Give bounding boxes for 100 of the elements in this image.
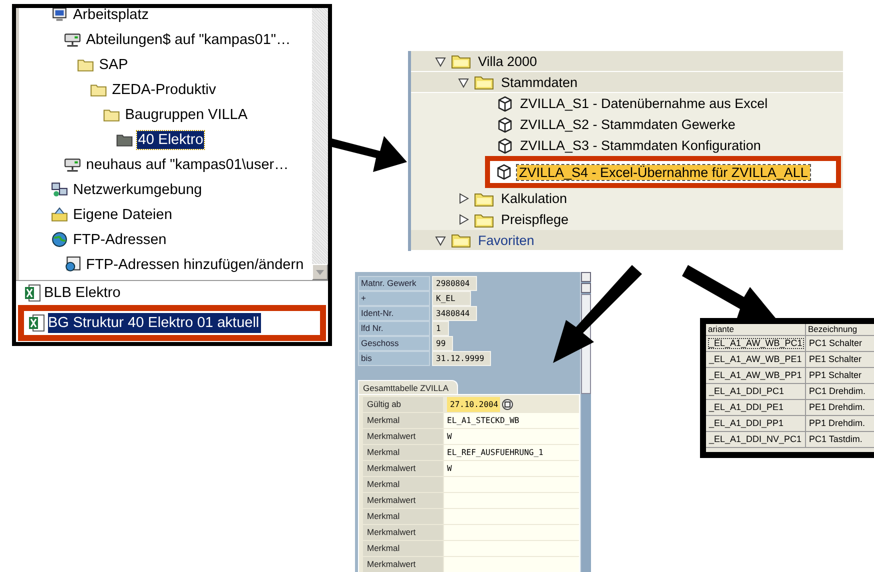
table-cell: _EL_A1_DDI_PP1 [706,416,806,431]
collapse-triangle-icon[interactable] [435,56,446,66]
input-field[interactable]: 3480844 [432,306,477,321]
documents-icon [51,206,68,223]
value-field[interactable]: W [444,461,579,476]
row-label: Merkmalwert [363,493,443,508]
folder-icon [474,190,494,206]
field-label: Geschoss [358,336,430,351]
drive-icon [64,31,81,48]
value-field[interactable] [444,557,579,572]
row-label: Merkmalwert [363,461,443,476]
value-field[interactable] [444,525,579,540]
field-label: + [358,291,430,306]
row-label: Merkmalwert [363,429,443,444]
value-field[interactable]: EL_A1_STECKD_WB [444,413,579,428]
folder-icon [474,74,494,90]
folder-item[interactable]: Favoriten [476,232,536,248]
folder-icon [474,212,494,228]
tree-item[interactable]: Baugruppen VILLA [124,106,249,124]
column-header: Bezeichnung [806,324,874,335]
tree-item[interactable]: Abteilungen$ auf "kampas01"… [85,30,292,48]
tree-item[interactable]: Eigene Dateien [72,206,174,224]
globe-icon [51,231,68,248]
field-label: Ident-Nr. [358,306,430,321]
tree-item[interactable]: Arbeitsplatz [72,8,150,24]
spreadsheet-icon [28,314,45,332]
cube-icon [496,164,512,180]
expand-triangle-icon[interactable] [458,193,469,204]
date-field[interactable]: 27.10.2004 [447,397,500,412]
row-label: Merkmalwert [363,557,443,572]
tab[interactable]: Gesamttabelle ZVILLA [358,380,458,394]
tree-item[interactable]: FTP-Adressen [72,230,168,248]
row-label: Gültig ab [363,397,443,412]
table-cell: PP1 Drehdim. [806,416,874,431]
table-cell: _EL_A1_DDI_NV_PC1 [706,432,806,447]
transaction-item[interactable]: ZVILLA_S3 - Stammdaten Konfiguration [518,138,763,153]
cube-icon [497,138,513,154]
folder-item[interactable]: Kalkulation [499,191,570,206]
tree-item[interactable]: Netzwerkumgebung [72,180,203,198]
value-field[interactable] [444,541,579,556]
table-cell: _EL_A1_AW_WB_PC1 [706,336,806,351]
table-cell: _EL_A1_AW_WB_PP1 [706,368,806,383]
column-header: ariante [706,324,806,335]
scrollbar[interactable] [312,8,328,280]
tree-item[interactable]: SAP [98,56,130,74]
table-cell: PC1 Tastdim. [806,432,874,447]
expand-triangle-icon[interactable] [458,214,469,225]
transaction-item[interactable]: ZVILLA_S1 - Datenübernahme aus Excel [518,96,770,111]
input-field[interactable]: 99 [432,336,453,351]
table-cell: PP1 Schalter [806,368,874,383]
collapse-triangle-icon[interactable] [458,76,469,88]
input-field[interactable]: 2980804 [432,276,477,291]
value-field[interactable]: EL_REF_AUSFUEHRUNG_1 [444,445,579,460]
row-label: Merkmal [363,509,443,524]
down-arrow-icon[interactable] [316,270,324,274]
row-label: Merkmal [363,477,443,492]
collapse-triangle-icon[interactable] [435,234,446,246]
cube-icon [497,116,513,132]
row-label: Merkmalwert [363,525,443,540]
folder-item[interactable]: Stammdaten [499,74,580,90]
network-icon [51,181,68,198]
folder-item[interactable]: Villa 2000 [476,54,540,68]
table-cell: PC1 Schalter [806,336,874,351]
value-field[interactable] [444,477,579,492]
row-label: Merkmal [363,541,443,556]
drive-icon [64,156,81,173]
computer-icon [51,8,68,23]
transaction-item[interactable]: ZVILLA_S4 - Excel-Übernahme für ZVILLA_ALL [517,164,810,180]
table-cell: _EL_A1_DDI_PC1 [706,384,806,399]
row-label: Merkmal [363,413,443,428]
tree-item[interactable]: 40 Elektro [137,130,204,148]
table-cell: _EL_A1_AW_WB_PE1 [706,352,806,367]
calendar-icon[interactable] [502,399,514,410]
value-field[interactable] [444,493,579,508]
folder-item[interactable]: Preispflege [499,212,571,227]
table-cell: _EL_A1_DDI_PE1 [706,400,806,415]
value-field[interactable] [444,509,579,524]
spreadsheet-icon [24,284,41,302]
field-label: lfd Nr. [358,321,430,336]
row-label: Merkmal [363,445,443,460]
table-cell: PE1 Drehdim. [806,400,874,415]
cube-icon [497,96,513,112]
folder-icon [451,53,471,69]
input-field[interactable]: 1 [432,321,449,336]
input-field[interactable]: K_EL [432,291,471,306]
table-cell: PE1 Schalter [806,352,874,367]
tree-item[interactable]: FTP-Adressen hinzufügen/ändern [85,256,305,274]
table-cell: PC1 Drehdim. [806,384,874,399]
scrollbar[interactable] [580,272,591,572]
transaction-item[interactable]: ZVILLA_S2 - Stammdaten Gewerke [518,117,738,132]
file-item[interactable]: BLB Elektro [44,283,123,303]
tree-item[interactable]: ZEDA-Produktiv [111,80,217,98]
field-label: Matnr. Gewerk [358,276,430,291]
folder-icon [451,232,471,248]
tree-item[interactable]: neuhaus auf "kampas01\user… [85,156,290,174]
ftp-icon [64,256,81,273]
value-field[interactable]: W [444,429,579,444]
input-field[interactable]: 31.12.9999 [432,351,492,366]
field-label: bis [358,351,430,366]
file-item[interactable]: BG Struktur 40 Elektro 01 aktuell [48,313,262,333]
